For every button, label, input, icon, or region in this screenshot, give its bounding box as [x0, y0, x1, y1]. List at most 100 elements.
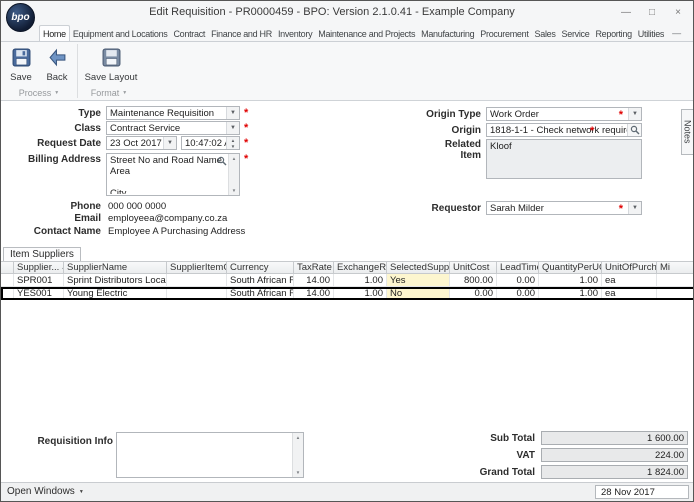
unit-of-purchase-cell[interactable]: ea	[602, 274, 657, 287]
search-icon[interactable]	[217, 156, 227, 169]
search-icon[interactable]	[627, 124, 641, 136]
close-icon[interactable]: ×	[665, 3, 691, 21]
request-time-input[interactable]: 10:47:02 AM ▲ ▼	[181, 136, 240, 150]
open-windows-button[interactable]: Open Windows ▼	[7, 486, 84, 497]
table-row[interactable]: SPR001 Sprint Distributors Local South A…	[1, 274, 693, 287]
lead-time-cell[interactable]: 0.00	[497, 287, 539, 300]
supplier-name-cell[interactable]: Young Electric	[64, 287, 167, 300]
billing-address-scrollbar[interactable]: ▲ ▼	[228, 154, 239, 195]
chevron-down-icon[interactable]: ▼	[163, 137, 176, 149]
selected-supplier-cell[interactable]: No	[387, 287, 450, 300]
tab-sales[interactable]: Sales	[532, 26, 559, 41]
col-unit-cost[interactable]: UnitCost	[450, 261, 497, 274]
scroll-up-icon[interactable]: ▲	[232, 154, 236, 163]
scroll-down-icon[interactable]: ▼	[296, 468, 300, 477]
related-item-value: Kloof	[490, 141, 512, 152]
unit-of-purchase-cell[interactable]: ea	[602, 287, 657, 300]
requisition-info-scrollbar[interactable]: ▲ ▼	[292, 433, 303, 477]
chevron-down-icon[interactable]: ▼	[628, 202, 641, 214]
currency-cell[interactable]: South African Rand	[227, 274, 294, 287]
tab-manufacturing[interactable]: Manufacturing	[418, 26, 477, 41]
col-lead-time[interactable]: LeadTime	[497, 261, 539, 274]
notes-side-tab[interactable]: Notes	[681, 109, 693, 155]
tab-item-suppliers[interactable]: Item Suppliers	[3, 247, 81, 261]
unit-cost-cell[interactable]: 800.00	[450, 274, 497, 287]
minimum-cell[interactable]	[657, 287, 693, 300]
origin-lookup[interactable]: 1818-1-1 - Check network require... *	[486, 123, 642, 137]
exchange-rate-cell[interactable]: 1.00	[334, 274, 387, 287]
title-bar: bpo Edit Requisition - PR0000459 - BPO: …	[1, 1, 693, 32]
unit-cost-cell[interactable]: 0.00	[450, 287, 497, 300]
requisition-info-input[interactable]: ▲ ▼	[116, 432, 304, 478]
minimize-icon[interactable]: —	[613, 3, 639, 21]
tab-reporting[interactable]: Reporting	[592, 26, 634, 41]
save-layout-button[interactable]: Save Layout	[81, 44, 141, 90]
tab-equipment-and-locations[interactable]: Equipment and Locations	[70, 26, 171, 41]
col-tax-rate[interactable]: TaxRate	[294, 261, 334, 274]
tab-service[interactable]: Service	[559, 26, 593, 41]
time-spinner[interactable]: ▲ ▼	[226, 137, 239, 149]
selected-supplier-cell[interactable]: Yes	[387, 274, 450, 287]
maximize-icon[interactable]: □	[639, 3, 665, 21]
ribbon-tab-strip: Home Equipment and Locations Contract Fi…	[1, 23, 693, 42]
tab-finance-and-hr[interactable]: Finance and HR	[208, 26, 275, 41]
tab-maintenance-and-projects[interactable]: Maintenance and Projects	[315, 26, 418, 41]
row-indicator[interactable]	[1, 287, 14, 300]
required-icon: *	[244, 122, 249, 134]
tab-contract[interactable]: Contract	[170, 26, 208, 41]
col-supplier-code[interactable]: Supplier... ▲	[14, 261, 64, 274]
quantity-per-uop-cell[interactable]: 1.00	[539, 274, 602, 287]
chevron-down-icon[interactable]: ▼	[226, 107, 239, 119]
chevron-down-icon[interactable]: ▼	[226, 122, 239, 134]
supplier-code-cell[interactable]: SPR001	[14, 274, 64, 287]
lead-time-cell[interactable]: 0.00	[497, 274, 539, 287]
row-indicator[interactable]	[1, 274, 14, 287]
col-supplier-name[interactable]: SupplierName	[64, 261, 167, 274]
ribbon-minimize-icon[interactable]: —	[672, 28, 681, 38]
tax-rate-cell[interactable]: 14.00	[294, 287, 334, 300]
spinner-down-icon[interactable]: ▼	[227, 143, 239, 149]
requisition-form: Type Maintenance Requisition ▼ * Class C…	[1, 101, 693, 247]
tab-procurement[interactable]: Procurement	[477, 26, 531, 41]
currency-cell[interactable]: South African Rand	[227, 287, 294, 300]
chevron-down-icon[interactable]: ▼	[122, 90, 127, 96]
supplier-item-code-cell[interactable]	[167, 274, 227, 287]
tab-home[interactable]: Home	[39, 25, 70, 41]
tax-rate-cell[interactable]: 14.00	[294, 274, 334, 287]
chevron-down-icon[interactable]: ▼	[54, 90, 59, 96]
exchange-rate-cell[interactable]: 1.00	[334, 287, 387, 300]
col-exchange-rate[interactable]: ExchangeRate	[334, 261, 387, 274]
tab-inventory[interactable]: Inventory	[275, 26, 315, 41]
minimum-cell[interactable]	[657, 274, 693, 287]
col-unit-of-purchase[interactable]: UnitOfPurchase	[602, 261, 657, 274]
tab-utilities[interactable]: Utilities	[635, 26, 667, 41]
type-select[interactable]: Maintenance Requisition ▼	[106, 106, 240, 120]
scroll-down-icon[interactable]: ▼	[232, 186, 236, 195]
back-button-label: Back	[46, 72, 68, 83]
save-layout-icon	[102, 48, 121, 70]
billing-address-input[interactable]: Street No and Road Name Area City ▲ ▼	[106, 153, 240, 196]
class-select[interactable]: Contract Service ▼	[106, 121, 240, 135]
ribbon-buttons: Save Back Save Layout	[3, 44, 141, 90]
table-row-selected[interactable]: YES001 Young Electric South African Rand…	[1, 287, 693, 300]
back-button[interactable]: Back	[39, 44, 75, 90]
save-button[interactable]: Save	[3, 44, 39, 90]
supplier-item-code-cell[interactable]	[167, 287, 227, 300]
col-selected-supplier[interactable]: SelectedSupplier	[387, 261, 450, 274]
request-date-input[interactable]: 23 Oct 2017 ▼	[106, 136, 177, 150]
col-currency[interactable]: Currency	[227, 261, 294, 274]
col-minimum[interactable]: Mi	[657, 261, 693, 274]
quantity-per-uop-cell[interactable]: 1.00	[539, 287, 602, 300]
related-item-field[interactable]: Kloof	[486, 139, 642, 179]
col-quantity-per-uop[interactable]: QuantityPerUOP	[539, 261, 602, 274]
supplier-name-cell[interactable]: Sprint Distributors Local	[64, 274, 167, 287]
status-bar: Open Windows ▼ 28 Nov 2017	[1, 482, 693, 501]
scroll-up-icon[interactable]: ▲	[296, 433, 300, 442]
origin-type-select[interactable]: Work Order * ▼	[486, 107, 642, 121]
suppliers-grid: Supplier... ▲ SupplierName SupplierItemC…	[1, 261, 693, 300]
supplier-code-cell[interactable]: YES001	[14, 287, 64, 300]
col-supplier-item-code[interactable]: SupplierItemCode	[167, 261, 227, 274]
requestor-select[interactable]: Sarah Milder * ▼	[486, 201, 642, 215]
contact-name-label: Contact Name	[33, 226, 101, 237]
chevron-down-icon[interactable]: ▼	[628, 108, 641, 120]
